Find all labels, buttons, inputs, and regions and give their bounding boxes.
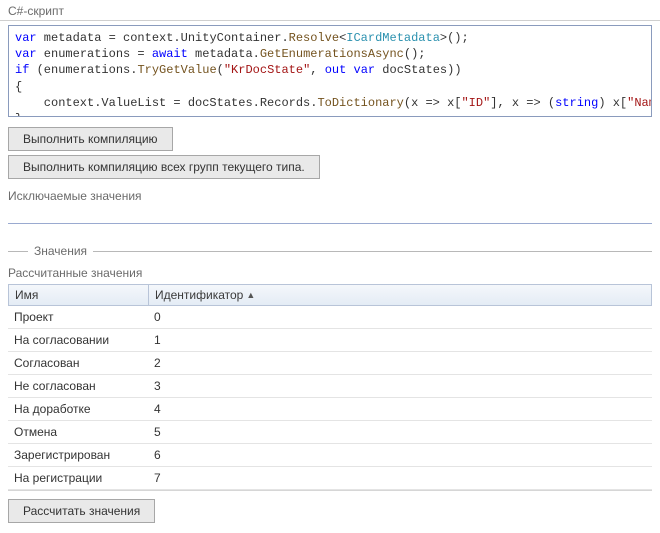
table-row[interactable]: Проект0	[8, 306, 652, 329]
values-group-title: Значения	[34, 244, 87, 258]
calculate-values-button[interactable]: Рассчитать значения	[8, 499, 155, 523]
grid-header: Имя Идентификатор ▲	[8, 284, 652, 306]
cell-id: 7	[148, 470, 278, 486]
compile-all-groups-button[interactable]: Выполнить компиляцию всех групп текущего…	[8, 155, 320, 179]
values-group-header: Значения	[8, 244, 652, 258]
table-row[interactable]: На регистрации7	[8, 467, 652, 490]
sort-asc-icon: ▲	[246, 290, 255, 300]
cell-name: На согласовании	[8, 332, 148, 348]
column-header-id[interactable]: Идентификатор ▲	[149, 285, 279, 305]
cell-id: 5	[148, 424, 278, 440]
cell-name: На доработке	[8, 401, 148, 417]
table-row[interactable]: Согласован2	[8, 352, 652, 375]
cell-name: Зарегистрирован	[8, 447, 148, 463]
calculated-values-label: Рассчитанные значения	[0, 264, 660, 284]
column-header-id-label: Идентификатор	[155, 288, 243, 302]
cell-id: 6	[148, 447, 278, 463]
table-row[interactable]: Не согласован3	[8, 375, 652, 398]
cell-id: 1	[148, 332, 278, 348]
excluded-values-label: Исключаемые значения	[0, 181, 660, 205]
cell-name: Не согласован	[8, 378, 148, 394]
table-row[interactable]: На согласовании1	[8, 329, 652, 352]
table-row[interactable]: На доработке4	[8, 398, 652, 421]
cell-name: На регистрации	[8, 470, 148, 486]
cell-name: Отмена	[8, 424, 148, 440]
cell-id: 3	[148, 378, 278, 394]
column-header-name[interactable]: Имя	[9, 285, 149, 305]
script-section-title: C#-скрипт	[0, 0, 660, 21]
grid-body: Проект0На согласовании1Согласован2Не сог…	[8, 306, 652, 490]
cell-id: 4	[148, 401, 278, 417]
table-row[interactable]: Отмена5	[8, 421, 652, 444]
table-row[interactable]: Зарегистрирован6	[8, 444, 652, 467]
cell-id: 0	[148, 309, 278, 325]
values-grid: Имя Идентификатор ▲ Проект0На согласован…	[8, 284, 652, 491]
cell-name: Согласован	[8, 355, 148, 371]
cell-id: 2	[148, 355, 278, 371]
code-editor[interactable]: var metadata = context.UnityContainer.Re…	[8, 25, 652, 117]
excluded-values-input[interactable]	[8, 205, 652, 224]
cell-name: Проект	[8, 309, 148, 325]
compile-button[interactable]: Выполнить компиляцию	[8, 127, 173, 151]
